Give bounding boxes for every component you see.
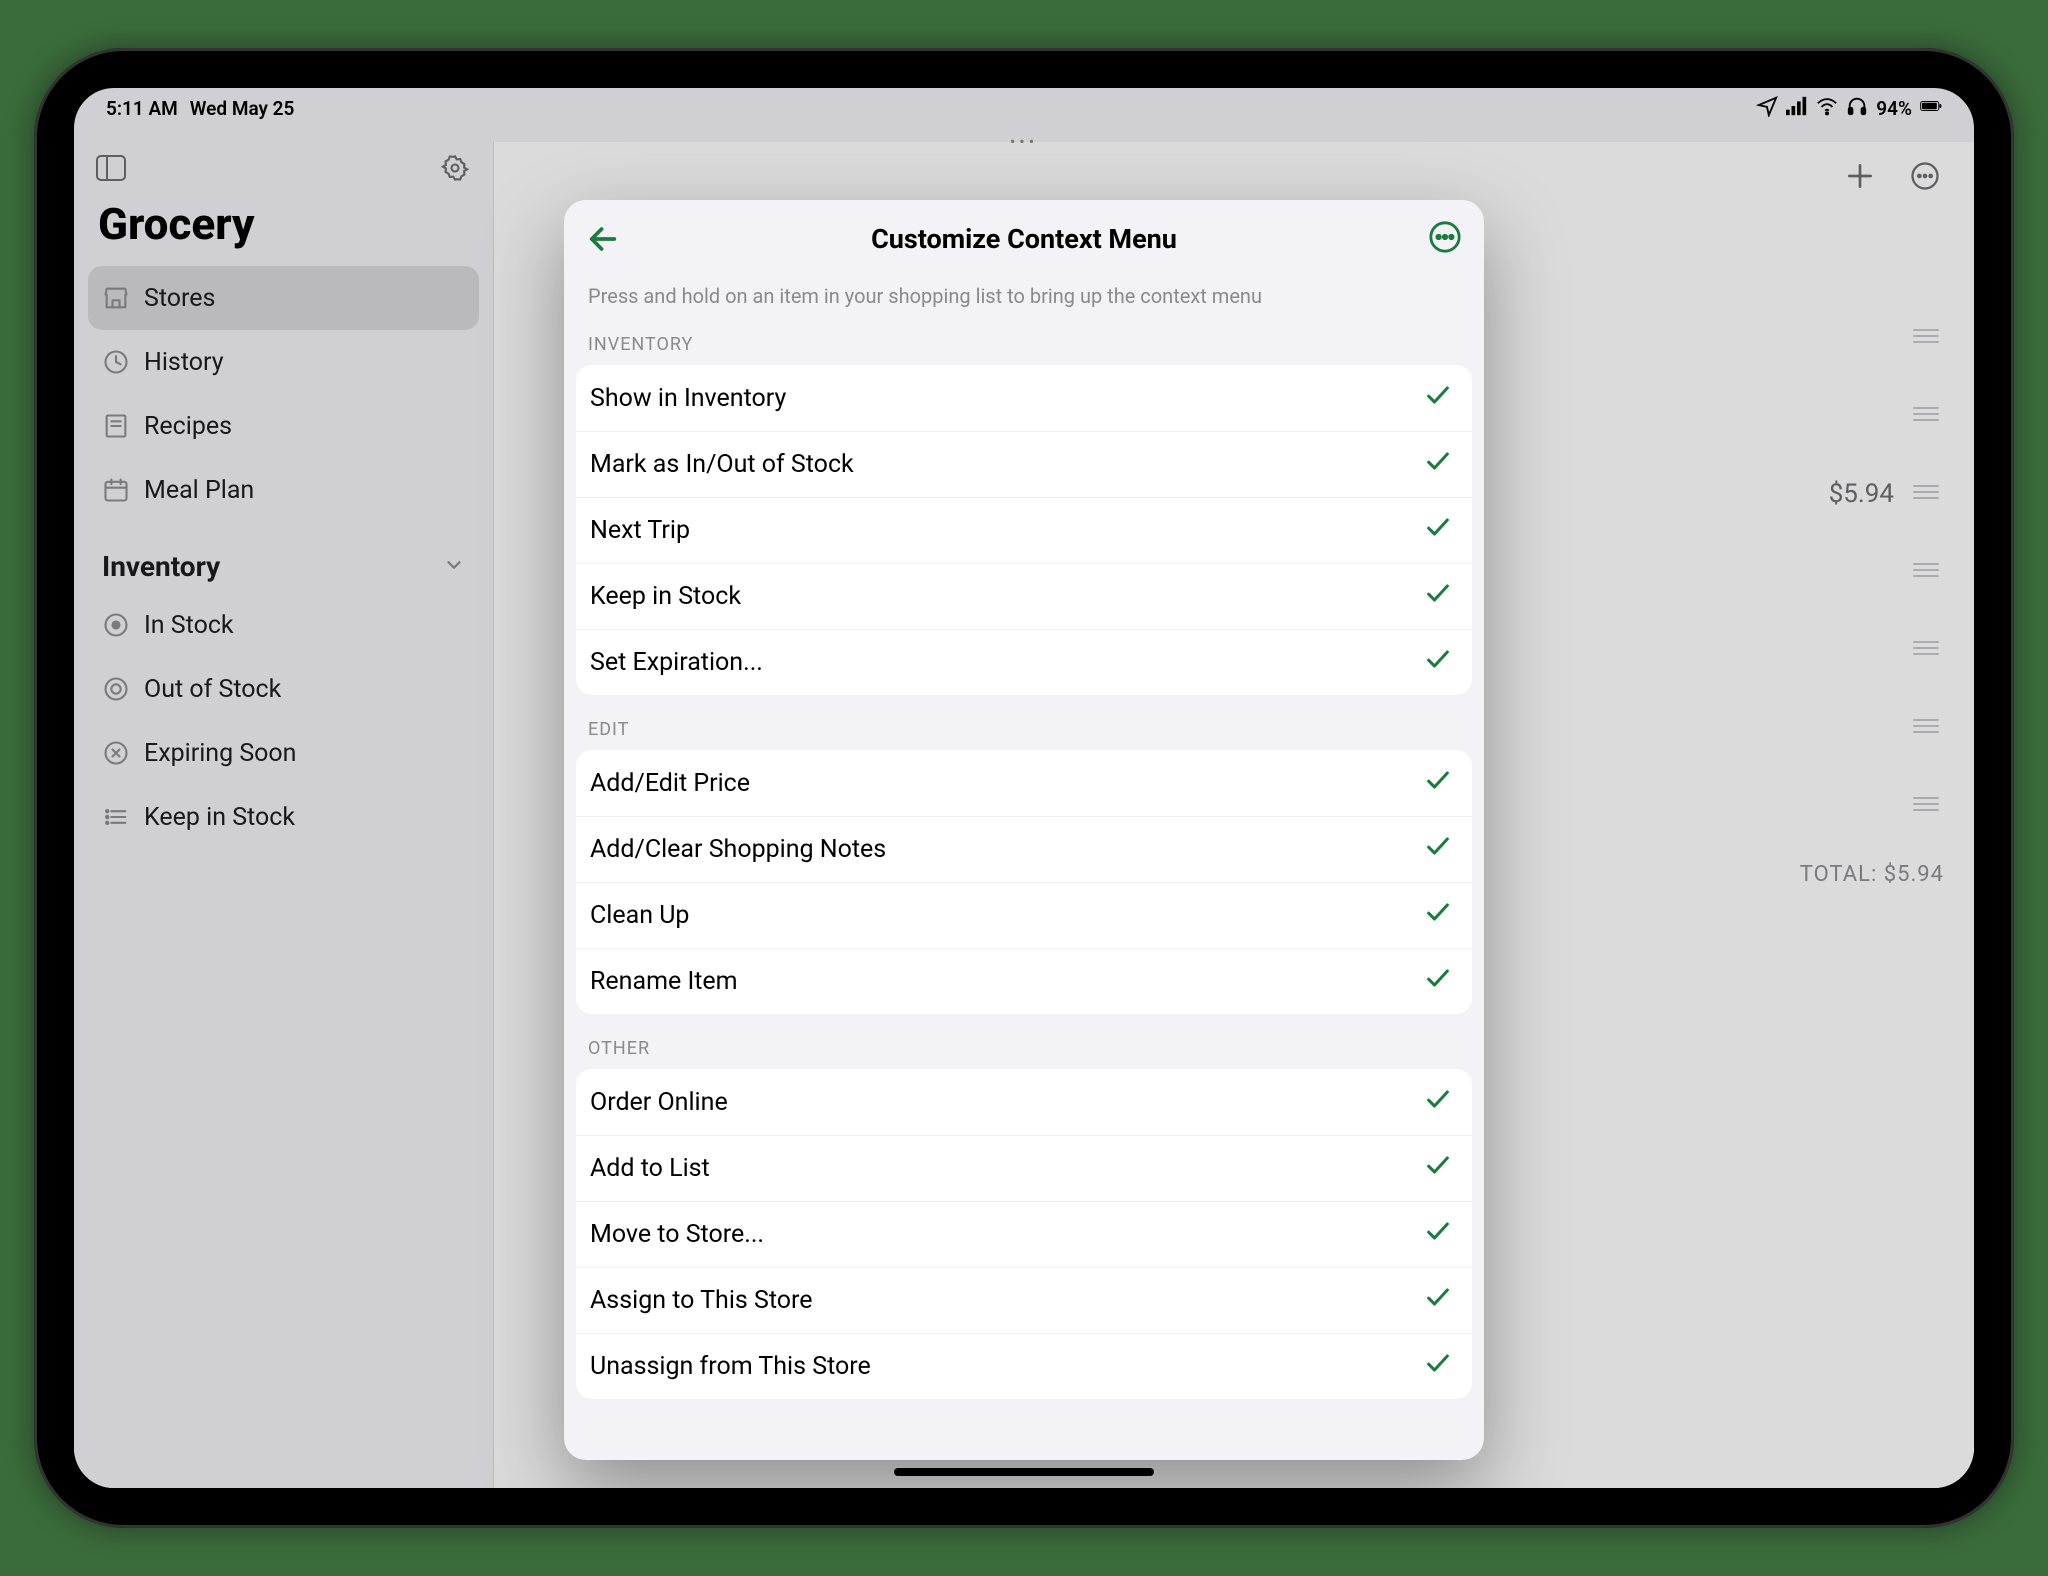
check-icon	[1424, 1217, 1452, 1252]
menu-option[interactable]: Next Trip	[576, 497, 1472, 563]
menu-option[interactable]: Order Online	[576, 1069, 1472, 1135]
check-icon	[1424, 513, 1452, 548]
menu-option-label: Rename Item	[590, 967, 738, 996]
battery-pct: 94%	[1876, 97, 1912, 120]
location-icon	[1756, 95, 1778, 122]
menu-option-label: Clean Up	[590, 901, 689, 930]
modal-subtitle: Press and hold on an item in your shoppi…	[564, 278, 1484, 326]
menu-option-label: Unassign from This Store	[590, 1352, 871, 1381]
check-icon	[1424, 1283, 1452, 1318]
menu-option[interactable]: Mark as In/Out of Stock	[576, 431, 1472, 497]
status-date: Wed May 25	[190, 97, 295, 120]
group-header: EDIT	[564, 695, 1484, 750]
menu-option[interactable]: Add/Clear Shopping Notes	[576, 816, 1472, 882]
modal-header: Customize Context Menu	[564, 200, 1484, 278]
menu-option-label: Mark as In/Out of Stock	[590, 450, 854, 479]
menu-option-label: Add to List	[590, 1154, 710, 1183]
menu-option-label: Keep in Stock	[590, 582, 741, 611]
menu-option-label: Show in Inventory	[590, 384, 786, 413]
check-icon	[1424, 1349, 1452, 1384]
check-icon	[1424, 898, 1452, 933]
check-icon	[1424, 1085, 1452, 1120]
menu-option[interactable]: Move to Store...	[576, 1201, 1472, 1267]
check-icon	[1424, 832, 1452, 867]
modal-title: Customize Context Menu	[871, 223, 1177, 255]
menu-option-label: Add/Clear Shopping Notes	[590, 835, 886, 864]
home-indicator[interactable]	[894, 1468, 1154, 1476]
headphone-icon	[1846, 95, 1868, 122]
check-icon	[1424, 645, 1452, 680]
menu-option[interactable]: Clean Up	[576, 882, 1472, 948]
cellular-icon	[1786, 95, 1808, 122]
modal-list[interactable]: INVENTORY Show in Inventory Mark as In/Ou…	[564, 326, 1484, 1460]
menu-option[interactable]: Keep in Stock	[576, 563, 1472, 629]
menu-option-label: Order Online	[590, 1088, 728, 1117]
menu-option-label: Add/Edit Price	[590, 769, 750, 798]
menu-option-label: Assign to This Store	[590, 1286, 813, 1315]
wifi-icon	[1816, 95, 1838, 122]
back-button[interactable]	[586, 222, 620, 260]
menu-option[interactable]: Add to List	[576, 1135, 1472, 1201]
customize-context-menu-modal: Customize Context Menu Press and hold on…	[564, 200, 1484, 1460]
screen: 5:11 AM Wed May 25 94%	[74, 88, 1974, 1488]
menu-option-label: Next Trip	[590, 516, 690, 545]
check-icon	[1424, 964, 1452, 999]
battery-icon	[1920, 95, 1942, 122]
status-time: 5:11 AM	[106, 97, 178, 120]
menu-option[interactable]: Rename Item	[576, 948, 1472, 1014]
group-header: OTHER	[564, 1014, 1484, 1069]
check-icon	[1424, 1151, 1452, 1186]
menu-option[interactable]: Set Expiration...	[576, 629, 1472, 695]
modal-more-button[interactable]	[1428, 220, 1462, 258]
menu-option[interactable]: Add/Edit Price	[576, 750, 1472, 816]
menu-option-label: Move to Store...	[590, 1220, 764, 1249]
check-icon	[1424, 447, 1452, 482]
menu-option[interactable]: Show in Inventory	[576, 365, 1472, 431]
ipad-frame: 5:11 AM Wed May 25 94%	[34, 48, 2014, 1528]
check-icon	[1424, 766, 1452, 801]
menu-option[interactable]: Unassign from This Store	[576, 1333, 1472, 1399]
check-icon	[1424, 579, 1452, 614]
check-icon	[1424, 381, 1452, 416]
menu-option-label: Set Expiration...	[590, 648, 763, 677]
status-bar: 5:11 AM Wed May 25 94%	[74, 88, 1974, 128]
menu-option[interactable]: Assign to This Store	[576, 1267, 1472, 1333]
group-header: INVENTORY	[564, 326, 1484, 365]
